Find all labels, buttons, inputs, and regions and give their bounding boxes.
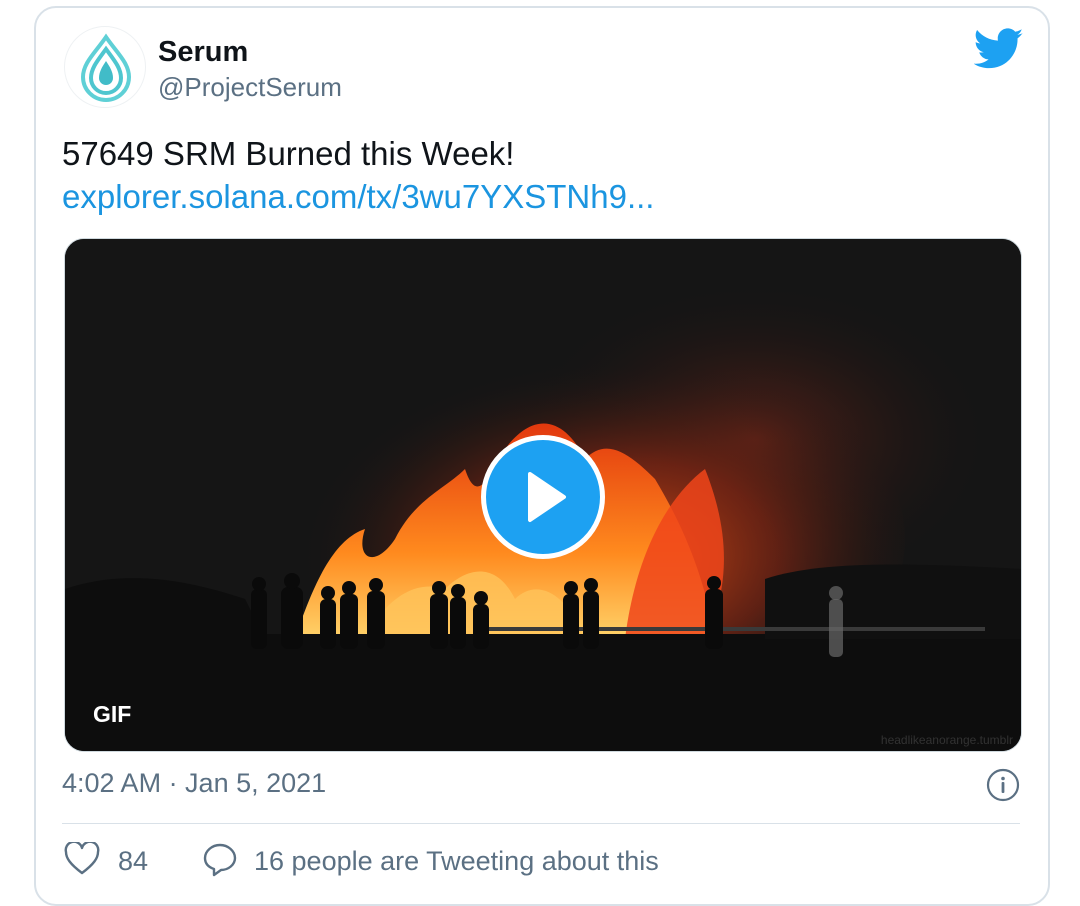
info-icon[interactable] (986, 768, 1020, 807)
speech-bubble-icon (203, 843, 237, 877)
divider (62, 823, 1020, 824)
like-count[interactable]: 84 (118, 846, 148, 877)
conversation-link[interactable]: 16 people are Tweeting about this (254, 846, 659, 877)
reply-button[interactable] (202, 842, 238, 883)
gif-badge: GIF (93, 701, 132, 727)
tweet-link[interactable]: explorer.solana.com/tx/3wu7YXSTNh9... (62, 178, 654, 216)
like-button[interactable] (64, 842, 100, 876)
twitter-bird-icon[interactable] (973, 28, 1024, 75)
gif-media[interactable]: GIF headlikeanorange.tumblr (64, 238, 1022, 752)
tweet-text: 57649 SRM Burned this Week! (62, 135, 515, 172)
avatar[interactable] (64, 26, 146, 108)
play-icon (528, 472, 566, 522)
heart-icon (64, 842, 100, 875)
tweet-timestamp[interactable]: 4:02 AM · Jan 5, 2021 (62, 768, 326, 799)
serum-logo-icon (80, 33, 132, 102)
media-watermark: headlikeanorange.tumblr (880, 733, 1013, 747)
play-button[interactable] (481, 435, 605, 559)
author-name[interactable]: Serum (158, 36, 248, 69)
author-handle[interactable]: @ProjectSerum (158, 72, 342, 103)
